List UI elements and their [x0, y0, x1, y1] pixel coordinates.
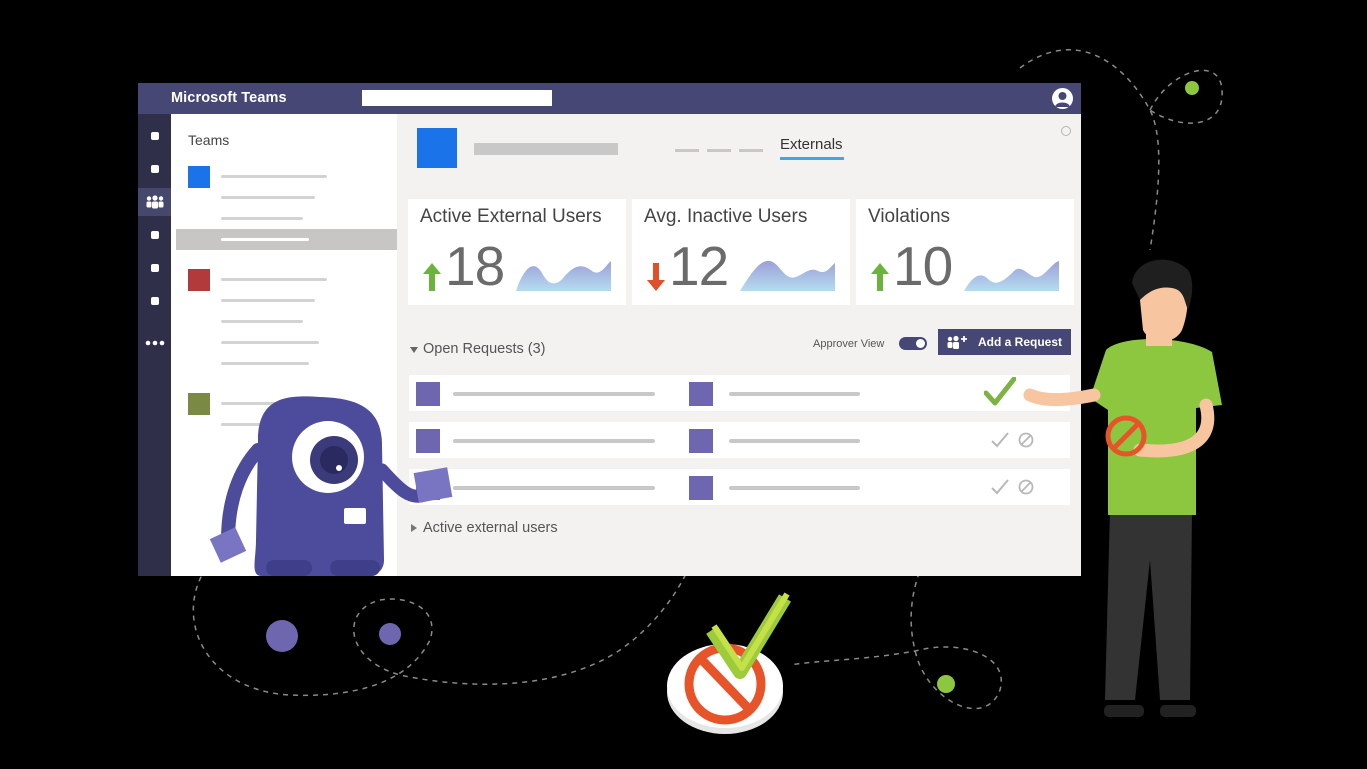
request-row[interactable]	[409, 422, 1070, 458]
square-icon	[150, 165, 159, 173]
channel-placeholder[interactable]	[221, 217, 303, 220]
external-user-avatar	[689, 382, 713, 406]
card-title: Avg. Inactive Users	[644, 206, 808, 227]
team-logo	[417, 128, 457, 168]
teams-icon	[146, 195, 163, 209]
main-content: Externals Active External Users 18 Avg. …	[397, 114, 1081, 576]
card-violations: Violations 10	[856, 199, 1074, 305]
rail-item-1[interactable]	[138, 122, 171, 150]
channel-placeholder-selected[interactable]	[221, 238, 309, 241]
team-avatar[interactable]	[188, 166, 210, 188]
app-rail	[138, 114, 171, 576]
team-name-placeholder[interactable]	[221, 175, 327, 178]
requester-avatar	[416, 429, 440, 453]
request-row[interactable]	[409, 375, 1070, 411]
card-avg-inactive-users: Avg. Inactive Users 12	[632, 199, 850, 305]
teams-panel: Teams	[171, 114, 397, 576]
approve-check-icon[interactable]	[991, 479, 1009, 495]
channel-placeholder[interactable]	[221, 320, 303, 323]
sparkline-chart	[740, 260, 835, 291]
trend-up-icon	[871, 263, 889, 291]
approve-block-badge-illustration	[667, 592, 791, 734]
approve-check-icon[interactable]	[991, 432, 1009, 448]
block-icon[interactable]	[1018, 479, 1034, 495]
channel-placeholder[interactable]	[221, 299, 315, 302]
settings-icon[interactable]	[1061, 126, 1071, 136]
channel-placeholder[interactable]	[221, 341, 319, 344]
team-title-placeholder	[474, 143, 618, 155]
requester-avatar	[416, 476, 440, 500]
approver-view-label: Approver View	[813, 338, 885, 350]
channel-placeholder[interactable]	[221, 362, 309, 365]
trend-up-icon	[423, 263, 441, 291]
teams-window: Microsoft Teams Teams Externals Active E…	[138, 83, 1081, 576]
open-requests-heading[interactable]: Open Requests (3)	[423, 341, 546, 357]
external-user-avatar	[689, 429, 713, 453]
team-name-placeholder[interactable]	[221, 402, 301, 405]
team-avatar[interactable]	[188, 269, 210, 291]
rail-item-2[interactable]	[138, 155, 171, 183]
toggle-knob	[916, 339, 925, 348]
rail-item-5[interactable]	[138, 254, 171, 282]
card-active-external-users: Active External Users 18	[408, 199, 626, 305]
tab-placeholder[interactable]	[675, 149, 699, 152]
decor-dot	[937, 675, 955, 693]
card-value: 10	[893, 235, 953, 297]
card-value: 18	[445, 235, 505, 297]
rail-item-teams[interactable]	[138, 188, 171, 216]
external-user-avatar	[689, 476, 713, 500]
decor-dot	[379, 623, 401, 645]
add-request-button[interactable]: Add a Request	[938, 329, 1071, 355]
tab-placeholder[interactable]	[739, 149, 763, 152]
channel-placeholder[interactable]	[221, 423, 281, 426]
square-icon	[150, 264, 159, 272]
approver-view-toggle[interactable]	[899, 337, 927, 350]
team-avatar[interactable]	[188, 393, 210, 415]
square-icon	[150, 132, 159, 140]
rail-item-6[interactable]	[138, 287, 171, 315]
card-value: 12	[669, 235, 729, 297]
tab-externals[interactable]: Externals	[780, 136, 843, 153]
sparkline-chart	[516, 261, 611, 291]
requester-avatar	[416, 382, 440, 406]
collapse-caret-icon[interactable]	[410, 347, 418, 353]
app-title: Microsoft Teams	[171, 90, 287, 106]
decor-dot	[1185, 81, 1199, 95]
card-title: Violations	[868, 206, 951, 227]
requester-placeholder	[453, 486, 655, 490]
active-external-users-heading[interactable]: Active external users	[423, 520, 558, 536]
sparkline-chart	[964, 261, 1059, 291]
card-title: Active External Users	[420, 206, 602, 227]
team-name-placeholder[interactable]	[221, 278, 327, 281]
channel-placeholder[interactable]	[221, 196, 315, 199]
requester-placeholder	[453, 392, 655, 396]
rail-item-more[interactable]	[138, 329, 171, 357]
request-row[interactable]	[409, 469, 1070, 505]
decor-dot	[266, 620, 298, 652]
external-user-placeholder	[729, 439, 860, 443]
more-icon	[145, 340, 164, 346]
external-user-placeholder	[729, 486, 860, 490]
rail-item-4[interactable]	[138, 221, 171, 249]
tab-active-indicator	[780, 157, 844, 160]
avatar-icon[interactable]	[1052, 88, 1073, 109]
square-icon	[150, 297, 159, 305]
tab-placeholder[interactable]	[707, 149, 731, 152]
teams-heading: Teams	[188, 132, 230, 148]
add-people-icon	[947, 335, 967, 349]
add-request-label: Add a Request	[978, 335, 1063, 349]
requester-placeholder	[453, 439, 655, 443]
external-user-placeholder	[729, 392, 860, 396]
expand-caret-icon[interactable]	[411, 524, 417, 532]
block-icon[interactable]	[1018, 432, 1034, 448]
approve-check-icon[interactable]	[984, 377, 1016, 407]
search-input[interactable]	[362, 90, 552, 106]
title-bar: Microsoft Teams	[138, 83, 1081, 114]
square-icon	[150, 231, 159, 239]
trend-down-icon	[647, 263, 665, 291]
